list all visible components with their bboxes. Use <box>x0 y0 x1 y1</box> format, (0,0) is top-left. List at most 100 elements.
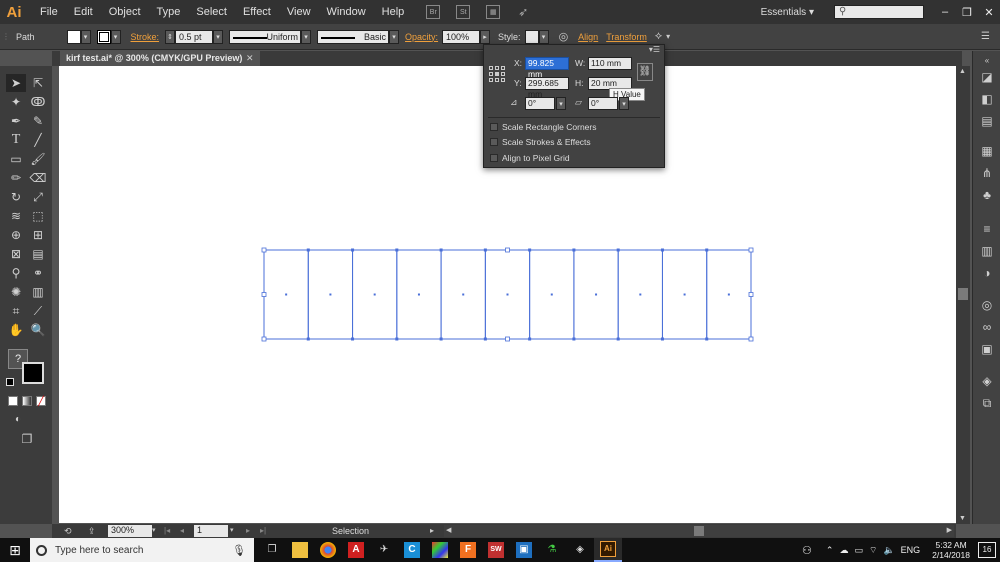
popup-menu-icon[interactable]: ▾☰ <box>649 45 660 54</box>
menu-object[interactable]: Object <box>101 0 149 24</box>
free-transform-tool-icon[interactable]: ⬚ <box>28 207 48 225</box>
cell-center-point-4[interactable] <box>417 293 420 296</box>
color-panel-icon[interactable]: ◪ <box>979 69 995 85</box>
anchor-point-top-7[interactable] <box>572 248 576 252</box>
fill-swatch[interactable] <box>66 29 81 44</box>
document-tab[interactable]: kirf test.ai* @ 300% (CMYK/GPU Preview) <box>60 51 260 66</box>
x-position-field[interactable]: 99.825 mm <box>525 57 569 79</box>
swatches-panel-icon[interactable]: ▦ <box>979 143 995 159</box>
collapse-panels-icon[interactable]: « <box>979 53 995 69</box>
workspace-switcher[interactable]: Essentials ▾ <box>761 7 814 18</box>
hand-tool-icon[interactable]: ✋ <box>6 321 26 339</box>
fill-mode-gradient-icon[interactable] <box>22 396 32 406</box>
symbol-sprayer-tool-icon[interactable]: ✺ <box>6 283 26 301</box>
artboard-tool-icon[interactable]: ⌗ <box>6 302 26 320</box>
anchor-point-bottom-7[interactable] <box>572 337 576 341</box>
last-artboard-icon[interactable]: ▸| <box>260 524 266 538</box>
system-clock[interactable]: 5:32 AM 2/14/2018 <box>932 540 970 560</box>
horizontal-scrollbar[interactable]: ◀ ▶ <box>444 525 954 537</box>
stock-icon[interactable]: St <box>456 5 471 19</box>
layers-panel-icon[interactable]: ◈ <box>979 373 995 389</box>
gpu-performance-icon[interactable]: ➶ <box>516 5 530 19</box>
cell-center-point-8[interactable] <box>595 293 598 296</box>
bounding-box-handle-1[interactable] <box>261 247 267 253</box>
drawing-modes-icon[interactable]: ◐ <box>8 411 28 429</box>
bounding-box-handle-5[interactable] <box>748 292 754 297</box>
fill-mode-none-icon[interactable]: ╱ <box>36 396 46 406</box>
pencil-tool-icon[interactable]: ✏ <box>6 169 26 187</box>
brushes-panel-icon[interactable]: ⋔ <box>979 165 995 181</box>
screen-icon[interactable]: ▭ <box>854 545 863 556</box>
transparency-panel-icon[interactable]: ◑ <box>979 265 995 281</box>
anchor-point-bottom-10[interactable] <box>705 337 709 341</box>
slice-tool-icon[interactable]: ⟋ <box>28 302 48 320</box>
rotate-angle-field[interactable]: 0° <box>525 97 555 110</box>
align-to-pixel-grid-checkbox[interactable] <box>490 154 498 162</box>
creative-cloud-libraries-icon[interactable]: ∞ <box>979 319 995 335</box>
vertical-scroll-thumb[interactable] <box>958 288 968 300</box>
column-graph-tool-icon[interactable]: ▥ <box>28 283 48 301</box>
style-dropdown-icon[interactable]: ▾ <box>538 29 549 44</box>
bounding-box-handle-7[interactable] <box>505 336 510 342</box>
file-explorer-icon[interactable] <box>286 538 314 562</box>
cell-center-point-11[interactable] <box>727 293 730 296</box>
profile-dropdown-icon[interactable]: ▾ <box>301 29 312 44</box>
scroll-left-icon[interactable]: ◀ <box>446 525 451 537</box>
acrobat-icon[interactable]: A <box>342 538 370 562</box>
stroke-swatch[interactable] <box>96 29 111 44</box>
selection-tool-icon[interactable]: ➤ <box>6 74 26 92</box>
anchor-point-bottom-5[interactable] <box>483 337 487 341</box>
anchor-point-top-1[interactable] <box>306 248 310 252</box>
foxit-icon[interactable]: F <box>454 538 482 562</box>
share-icon[interactable]: ⇪ <box>88 524 96 538</box>
anchor-point-bottom-1[interactable] <box>306 337 310 341</box>
task-view-icon[interactable]: ❐ <box>258 538 286 562</box>
properties-panel-icon[interactable]: ▤ <box>979 113 995 129</box>
rotate-view-icon[interactable]: ⟲ <box>64 524 72 538</box>
align-panel-link[interactable]: Align <box>578 32 598 42</box>
scale-tool-icon[interactable]: ⤢ <box>28 188 48 206</box>
volume-icon[interactable]: 🔈 <box>883 545 894 556</box>
control-panel-menu-icon[interactable]: ☰ <box>981 31 990 42</box>
reference-point-locator[interactable] <box>489 66 505 82</box>
rotate-tool-icon[interactable]: ↻ <box>6 188 26 206</box>
status-menu-icon[interactable]: ▸ <box>430 524 434 538</box>
scroll-up-icon[interactable]: ▲ <box>959 68 966 75</box>
shape-builder-tool-icon[interactable]: ⊕ <box>6 226 26 244</box>
colorful-app-icon[interactable] <box>426 538 454 562</box>
network-icon[interactable]: ⌔ <box>869 545 877 556</box>
anchor-point-top-8[interactable] <box>616 248 620 252</box>
anchor-point-top-2[interactable] <box>351 248 355 252</box>
cell-center-point-6[interactable] <box>506 293 509 296</box>
horizontal-scroll-thumb[interactable] <box>694 526 704 536</box>
screen-mode-icon[interactable]: ❐ <box>17 430 37 448</box>
ccleaner-icon[interactable]: C <box>398 538 426 562</box>
people-icon[interactable]: ⚇ <box>802 544 812 557</box>
previous-artboard-icon[interactable]: ◂ <box>180 524 184 538</box>
close-tab-icon[interactable]: ✕ <box>246 51 254 66</box>
rotate-dropdown-icon[interactable]: ▾ <box>556 97 566 110</box>
close-window-button[interactable]: ✕ <box>978 6 1000 19</box>
cell-center-point-5[interactable] <box>462 293 465 296</box>
show-hidden-icons-icon[interactable]: ⌃ <box>826 545 834 556</box>
artboard-number-field[interactable]: 1 <box>194 525 228 537</box>
anchor-point-top-6[interactable] <box>528 248 532 252</box>
menu-edit[interactable]: Edit <box>66 0 101 24</box>
opacity-field[interactable]: 100% <box>442 29 481 44</box>
stroke-weight-dropdown-icon[interactable]: ▾ <box>213 29 224 44</box>
warp-tool-icon[interactable]: ≋ <box>6 207 26 225</box>
gradient-tool-icon[interactable]: ▤ <box>28 245 48 263</box>
next-artboard-icon[interactable]: ▸ <box>246 524 250 538</box>
scale-rectangle-corners-checkbox[interactable] <box>490 123 498 131</box>
menu-effect[interactable]: Effect <box>235 0 279 24</box>
zoom-level-field[interactable]: 300% <box>108 525 152 537</box>
bounding-box-handle-8[interactable] <box>748 336 754 342</box>
curvature-tool-icon[interactable]: ✎ <box>28 112 48 130</box>
fill-dropdown-icon[interactable]: ▾ <box>80 29 91 44</box>
anchor-point-top-4[interactable] <box>439 248 443 252</box>
color-guide-icon[interactable]: ◧ <box>979 91 995 107</box>
gradient-panel-icon[interactable]: ▥ <box>979 243 995 259</box>
brush-dropdown-icon[interactable]: ▾ <box>389 29 400 44</box>
fill-mode-color-icon[interactable] <box>8 396 18 406</box>
notification-center-icon[interactable]: 16 <box>978 542 996 558</box>
